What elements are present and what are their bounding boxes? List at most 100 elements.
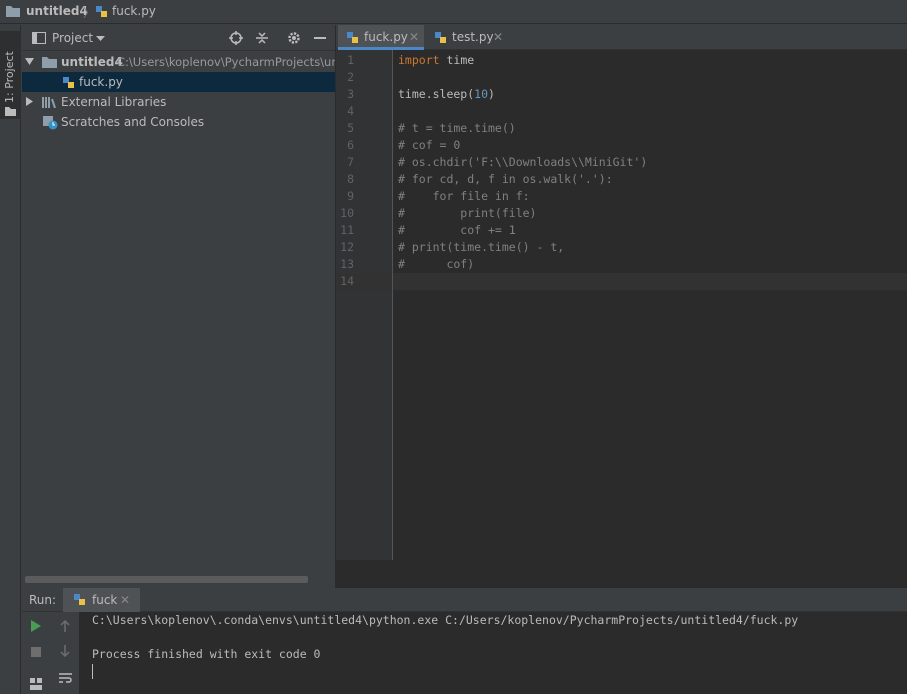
code-text: # for file in f:	[398, 188, 530, 205]
code-text: # print(time.time() - t,	[398, 239, 564, 256]
code-token: # os.chdir('F:\\Downloads\\MiniGit')	[398, 155, 648, 169]
python-file-icon	[96, 6, 107, 17]
line-number: 4	[347, 104, 354, 118]
python-icon	[74, 594, 85, 605]
code-line[interactable]: 1 import time	[336, 52, 907, 69]
stop-icon[interactable]	[31, 647, 41, 657]
tree-item-external-libraries[interactable]: External Libraries	[22, 92, 335, 112]
line-number: 9	[347, 189, 354, 203]
tab-label: fuck.py	[364, 30, 408, 44]
code-token: # cof += 1	[398, 223, 516, 237]
code-line[interactable]: 3 time.sleep(10)	[336, 86, 907, 103]
code-token: # for cd, d, f in os.walk('.'):	[398, 172, 613, 186]
code-token: # print(time.time() - t,	[398, 240, 565, 254]
code-line[interactable]: 4	[336, 103, 907, 120]
run-label: Run:	[29, 593, 57, 607]
tree-item-project-root[interactable]: untitled4 C:\Users\koplenov\PycharmProje…	[22, 52, 335, 72]
tab-test-py[interactable]: test.py ✕	[426, 25, 510, 50]
tree-item-path: C:\Users\koplenov\PycharmProjects\untitl	[117, 55, 335, 69]
close-icon[interactable]: ✕	[493, 25, 503, 50]
tree-item-label: untitled4	[61, 55, 123, 69]
folder-icon	[6, 6, 20, 17]
code-token: time	[439, 53, 475, 67]
collapse-all-icon[interactable]	[255, 31, 269, 45]
code-line[interactable]: 9 # for file in f:	[336, 188, 907, 205]
line-number: 8	[347, 172, 354, 186]
code-text: # cof = 0	[398, 137, 460, 154]
code-token: import	[398, 53, 440, 67]
rerun-icon[interactable]	[30, 620, 42, 632]
folder-icon	[42, 57, 57, 68]
project-view-selector[interactable]: Project	[52, 31, 93, 45]
code-line[interactable]: 14	[336, 273, 907, 290]
editor-area: fuck.py ✕ test.py ✕ 1 import time 2 3 time.s…	[336, 25, 907, 588]
console-line: C:\Users\koplenov\.conda\envs\untitled4\…	[92, 613, 799, 627]
line-number: 13	[340, 257, 354, 271]
console-caret	[92, 663, 798, 680]
scratches-icon	[43, 116, 58, 130]
code-line[interactable]: 2	[336, 69, 907, 86]
python-file-icon	[347, 32, 358, 43]
horizontal-scrollbar[interactable]	[25, 576, 308, 583]
code-editor[interactable]: 1 import time 2 3 time.sleep(10) 4 5 # t = time…	[336, 50, 907, 560]
line-number: 10	[340, 206, 354, 220]
chevron-down-icon[interactable]	[96, 36, 105, 42]
code-text: time.sleep(10)	[398, 86, 495, 103]
python-file-icon	[63, 77, 74, 88]
arrow-down-icon[interactable]	[59, 645, 71, 657]
code-text: # print(file)	[398, 205, 536, 222]
code-token: )	[488, 87, 495, 101]
tree-item-scratches[interactable]: Scratches and Consoles	[22, 112, 335, 132]
run-tab-label: fuck	[92, 593, 118, 607]
code-line[interactable]: 8 # for cd, d, f in os.walk('.'):	[336, 171, 907, 188]
code-token: time.sleep(	[398, 87, 475, 101]
code-text: # for cd, d, f in os.walk('.'):	[398, 171, 613, 188]
code-line[interactable]: 11 # cof += 1	[336, 222, 907, 239]
code-text: # cof)	[398, 256, 474, 273]
chevron-down-icon[interactable]	[25, 58, 34, 66]
project-tool-tab[interactable]: 1: Project	[0, 31, 21, 119]
soft-wrap-icon[interactable]	[59, 672, 72, 684]
close-icon[interactable]: ✕	[409, 25, 419, 50]
project-view-icon	[32, 32, 46, 44]
code-line[interactable]: 13 # cof)	[336, 256, 907, 273]
tab-label: test.py	[452, 30, 494, 44]
code-token: # cof)	[398, 257, 475, 271]
line-number: 3	[347, 87, 354, 101]
code-line[interactable]: 10 # print(file)	[336, 205, 907, 222]
tab-fuck-py[interactable]: fuck.py ✕	[338, 25, 424, 50]
python-file-icon	[435, 32, 446, 43]
breadcrumb-project[interactable]: untitled4	[26, 4, 88, 18]
run-tab-fuck[interactable]: fuck ✕	[63, 588, 140, 612]
code-line[interactable]: 12 # print(time.time() - t,	[336, 239, 907, 256]
line-number: 1	[347, 53, 354, 67]
code-line[interactable]: 7 # os.chdir('F:\\Downloads\\MiniGit')	[336, 154, 907, 171]
console-output[interactable]: C:\Users\koplenov\.conda\envs\untitled4\…	[92, 612, 798, 680]
code-text: # cof += 1	[398, 222, 516, 239]
console-line: Process finished with exit code 0	[92, 647, 321, 661]
chevron-right-icon[interactable]	[26, 97, 33, 106]
hide-panel-icon[interactable]	[314, 37, 326, 39]
locate-icon[interactable]	[229, 31, 243, 45]
arrow-up-icon[interactable]	[59, 620, 71, 632]
close-icon[interactable]: ✕	[120, 593, 130, 607]
tree-item-fuck-py[interactable]: fuck.py	[22, 72, 335, 92]
line-number: 12	[340, 240, 354, 254]
code-token: 10	[474, 87, 489, 101]
left-tool-stripe: 1: Project	[0, 25, 21, 694]
tree-item-label: Scratches and Consoles	[61, 115, 205, 129]
code-line[interactable]: 5 # t = time.time()	[336, 120, 907, 137]
code-token: # print(file)	[398, 206, 537, 220]
gear-icon[interactable]	[287, 31, 301, 45]
line-number: 2	[347, 70, 354, 84]
project-panel-header: Project	[22, 25, 335, 51]
navigation-bar: untitled4 〉 fuck.py	[0, 0, 907, 24]
line-number: 6	[347, 138, 354, 152]
breadcrumb-file[interactable]: fuck.py	[112, 4, 156, 18]
breadcrumb-separator: 〉	[83, 6, 96, 20]
code-token: # t = time.time()	[398, 121, 516, 135]
layout-icon[interactable]	[30, 678, 42, 690]
code-line[interactable]: 6 # cof = 0	[336, 137, 907, 154]
code-token: # cof = 0	[398, 138, 461, 152]
line-number: 5	[347, 121, 354, 135]
